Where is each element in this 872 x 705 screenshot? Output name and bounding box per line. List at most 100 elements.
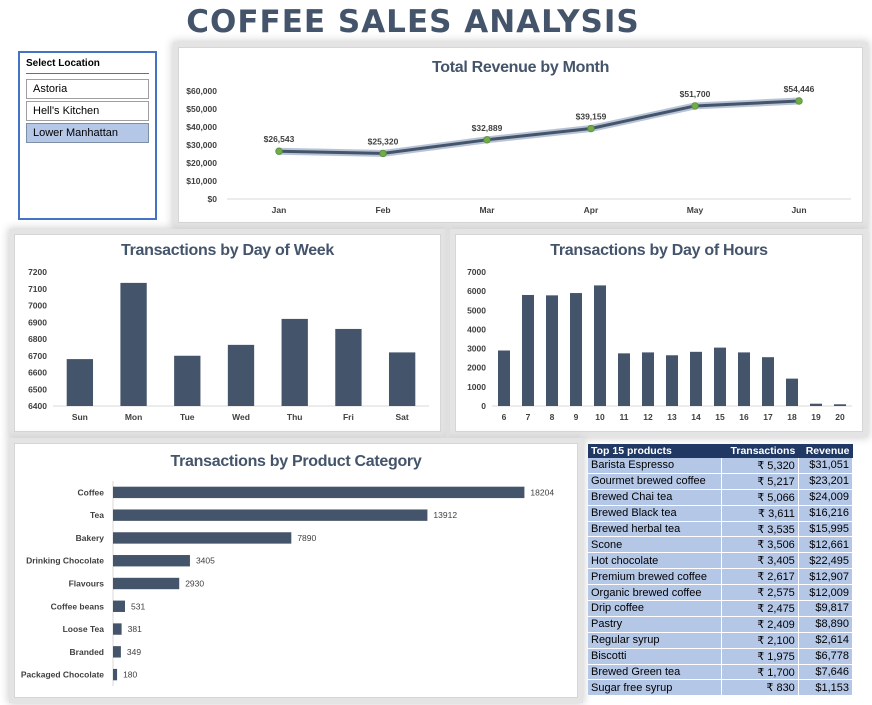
category-chart-panel: Transactions by Product Category Coffee 1…	[14, 443, 578, 698]
slicer-divider	[26, 73, 149, 74]
y-tick-label: 6400	[28, 401, 47, 411]
bar	[810, 403, 822, 406]
slicer-item-hells-kitchen[interactable]: Hell's Kitchen	[26, 101, 149, 121]
slicer-item-lower-manhattan[interactable]: Lower Manhattan	[26, 123, 149, 143]
revenue-cell: $9,817	[798, 600, 854, 617]
y-tick-label: $40,000	[186, 122, 217, 132]
bar	[66, 359, 94, 406]
transactions-cell: ₹ 2,575	[721, 584, 799, 602]
product-name-cell: Regular syrup	[588, 632, 722, 649]
category-label: Flavours	[69, 579, 105, 589]
x-tick-label: Tue	[180, 412, 195, 422]
transactions-cell: ₹ 3,535	[721, 521, 799, 538]
revenue-cell: $2,614	[798, 632, 854, 649]
bar	[498, 350, 510, 406]
revenue-cell: $12,661	[798, 536, 854, 554]
transactions-cell: ₹ 2,409	[721, 616, 799, 633]
revenue-cell: $12,907	[798, 568, 854, 586]
bar-data-label: 7890	[297, 533, 316, 543]
revenue-line-chart: $0 $10,000 $20,000 $30,000 $40,000 $50,000 $60…	[186, 84, 851, 215]
y-tick-label: $10,000	[186, 176, 217, 186]
table-row: Sugar free syrup ₹ 830 $1,153	[588, 679, 854, 697]
x-tick-label: 10	[595, 412, 605, 422]
revenue-point	[379, 149, 387, 158]
x-tick-label: Feb	[375, 205, 390, 215]
y-tick-label: 1000	[467, 382, 486, 392]
table-row: Brewed herbal tea ₹ 3,535 $15,995	[588, 521, 854, 538]
revenue-cell: $7,646	[798, 664, 854, 681]
y-tick-label: $30,000	[186, 140, 217, 150]
bar	[786, 378, 798, 406]
day-of-week-chart-panel: Transactions by Day of Week 6400 6500 6600…	[14, 234, 441, 432]
revenue-cell: $6,778	[798, 648, 854, 665]
revenue-cell: $1,153	[798, 679, 854, 697]
table-header-row: Top 15 products Transactions Revenue	[588, 444, 853, 458]
x-tick-label: 14	[691, 412, 701, 422]
col-header-product: Top 15 products	[588, 444, 722, 458]
y-tick-label: 0	[481, 401, 486, 411]
x-tick-label: 9	[574, 412, 579, 422]
x-tick-label: Mar	[479, 205, 495, 215]
revenue-cell: $23,201	[798, 473, 854, 490]
bar	[281, 318, 308, 406]
bar	[594, 285, 606, 406]
bar	[113, 646, 121, 658]
y-tick-label: 6700	[28, 351, 47, 361]
bar	[522, 294, 534, 406]
bar	[714, 347, 726, 406]
col-header-revenue: Revenue	[798, 444, 853, 458]
x-tick-label: Fri	[343, 412, 354, 422]
bar-data-label: 3405	[196, 556, 215, 566]
x-tick-label: 12	[643, 412, 653, 422]
bar	[120, 282, 147, 406]
product-name-cell: Drip coffee	[588, 600, 722, 617]
x-tick-label: 18	[787, 412, 797, 422]
y-tick-label: 6900	[28, 317, 47, 327]
bar	[227, 344, 255, 406]
bar	[113, 509, 428, 521]
table-row: Brewed Chai tea ₹ 5,066 $24,009	[588, 489, 854, 506]
bar-data-label: 18204	[530, 487, 554, 497]
bar	[388, 352, 416, 406]
category-label: Packaged Chocolate	[21, 670, 104, 680]
x-tick-label: Thu	[287, 412, 303, 422]
revenue-point	[795, 97, 803, 105]
bar	[666, 355, 678, 406]
bar	[618, 353, 630, 406]
table-row: Hot chocolate ₹ 3,405 $22,495	[588, 552, 854, 570]
bar-data-label: 381	[128, 624, 142, 634]
table-row: Biscotti ₹ 1,975 $6,778	[588, 648, 854, 665]
product-name-cell: Brewed Green tea	[588, 664, 722, 681]
bar	[113, 668, 118, 681]
x-tick-label: 7	[526, 412, 531, 422]
y-tick-label: $20,000	[186, 158, 217, 168]
revenue-data-label: $26,543	[264, 134, 295, 144]
category-label: Branded	[70, 647, 104, 657]
category-bar-chart: Coffee 18204 Tea 13912 Bakery 7890 Drinking Ch…	[21, 481, 554, 686]
top-products-table: Top 15 products Transactions Revenue Bar…	[588, 444, 854, 697]
x-tick-label: 20	[835, 412, 845, 422]
category-label: Drinking Chocolate	[26, 556, 104, 566]
transactions-cell: ₹ 2,617	[721, 568, 799, 586]
transactions-cell: ₹ 2,475	[721, 600, 799, 617]
bar	[762, 357, 774, 406]
transactions-cell: ₹ 3,611	[721, 505, 799, 522]
revenue-chart-panel: Total Revenue by Month $0 $10,000 $20,000 $…	[178, 47, 863, 223]
transactions-cell: ₹ 3,506	[721, 536, 799, 554]
revenue-data-label: $32,889	[472, 123, 503, 133]
table-row: Barista Espresso ₹ 5,320 $31,051	[588, 458, 854, 474]
bar	[570, 293, 582, 406]
x-tick-label: 17	[763, 412, 773, 422]
table-row: Brewed Green tea ₹ 1,700 $7,646	[588, 664, 854, 681]
bar	[113, 577, 180, 590]
x-tick-label: 19	[811, 412, 821, 422]
slicer-item-astoria[interactable]: Astoria	[26, 79, 149, 99]
product-name-cell: Organic brewed coffee	[588, 584, 722, 602]
col-header-transactions: Transactions	[721, 444, 799, 458]
bar-data-label: 2930	[185, 579, 204, 589]
x-tick-label: 8	[550, 412, 555, 422]
bar-data-label: 531	[131, 601, 145, 611]
hours-bar-chart: 0 1000 2000 3000 4000 5000 6000 7000 6 7 8 9 10 11 12 1…	[467, 267, 852, 422]
category-label: Coffee	[78, 487, 105, 497]
product-name-cell: Sugar free syrup	[588, 679, 722, 697]
